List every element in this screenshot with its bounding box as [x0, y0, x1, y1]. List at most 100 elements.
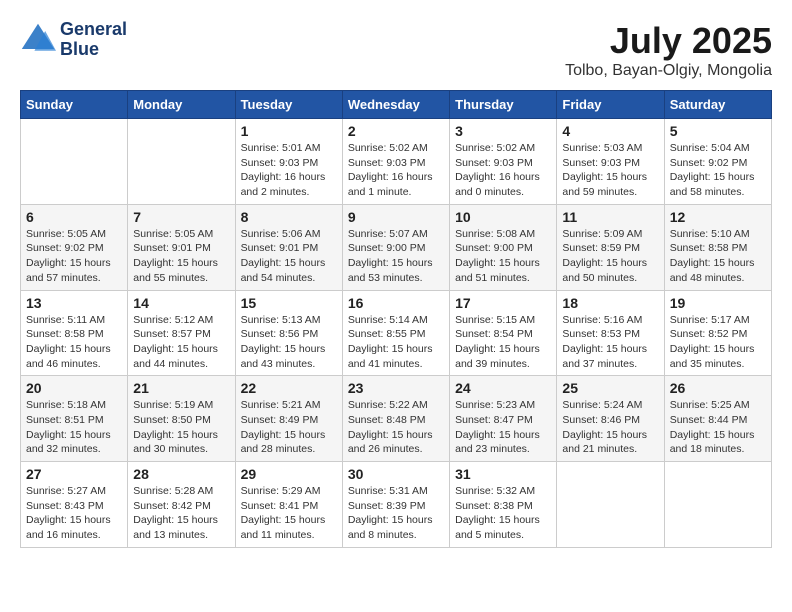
- day-number: 4: [562, 123, 658, 139]
- calendar-cell: 8 Sunrise: 5:06 AM Sunset: 9:01 PM Daylig…: [235, 204, 342, 290]
- day-info: Sunrise: 5:21 AM Sunset: 8:49 PM Dayligh…: [241, 398, 337, 457]
- calendar-cell: 17Sunrise: 5:15 AM Sunset: 8:54 PM Dayli…: [450, 290, 557, 376]
- logo: General Blue: [20, 20, 127, 60]
- calendar-week-row: 27Sunrise: 5:27 AM Sunset: 8:43 PM Dayli…: [21, 462, 772, 548]
- calendar-cell: 9 Sunrise: 5:07 AM Sunset: 9:00 PM Daylig…: [342, 204, 449, 290]
- weekday-header-wednesday: Wednesday: [342, 91, 449, 119]
- calendar-cell: 28 Sunrise: 5:28 AM Sunset: 8:42 PM Dayli…: [128, 462, 235, 548]
- day-info: Sunrise: 5:06 AM Sunset: 9:01 PM Dayligh…: [241, 227, 337, 286]
- weekday-header-friday: Friday: [557, 91, 664, 119]
- day-number: 23: [348, 380, 444, 396]
- day-number: 14: [133, 295, 229, 311]
- calendar-cell: [21, 119, 128, 205]
- day-info: Sunrise: 5:17 AM Sunset: 8:52 PM Dayligh…: [670, 313, 766, 372]
- day-info: Sunrise: 5:10 AM Sunset: 8:58 PM Dayligh…: [670, 227, 766, 286]
- title-area: July 2025 Tolbo, Bayan-Olgiy, Mongolia: [565, 20, 772, 80]
- day-number: 19: [670, 295, 766, 311]
- calendar-cell: 18Sunrise: 5:16 AM Sunset: 8:53 PM Dayli…: [557, 290, 664, 376]
- day-number: 15: [241, 295, 337, 311]
- day-number: 30: [348, 466, 444, 482]
- calendar-week-row: 6 Sunrise: 5:05 AM Sunset: 9:02 PM Daylig…: [21, 204, 772, 290]
- day-info: Sunrise: 5:05 AM Sunset: 9:01 PM Dayligh…: [133, 227, 229, 286]
- day-info: Sunrise: 5:29 AM Sunset: 8:41 PM Dayligh…: [241, 484, 337, 543]
- calendar-cell: [557, 462, 664, 548]
- day-info: Sunrise: 5:13 AM Sunset: 8:56 PM Dayligh…: [241, 313, 337, 372]
- day-info: Sunrise: 5:16 AM Sunset: 8:53 PM Dayligh…: [562, 313, 658, 372]
- calendar-cell: 1Sunrise: 5:01 AM Sunset: 9:03 PM Daylig…: [235, 119, 342, 205]
- day-number: 7: [133, 209, 229, 225]
- calendar-cell: 14 Sunrise: 5:12 AM Sunset: 8:57 PM Dayli…: [128, 290, 235, 376]
- day-number: 21: [133, 380, 229, 396]
- logo-icon: [20, 22, 56, 58]
- calendar-cell: 31Sunrise: 5:32 AM Sunset: 8:38 PM Dayli…: [450, 462, 557, 548]
- calendar-cell: 19 Sunrise: 5:17 AM Sunset: 8:52 PM Dayli…: [664, 290, 771, 376]
- day-number: 6: [26, 209, 122, 225]
- calendar-cell: 2 Sunrise: 5:02 AM Sunset: 9:03 PM Daylig…: [342, 119, 449, 205]
- day-info: Sunrise: 5:28 AM Sunset: 8:42 PM Dayligh…: [133, 484, 229, 543]
- calendar-cell: 5 Sunrise: 5:04 AM Sunset: 9:02 PM Daylig…: [664, 119, 771, 205]
- day-info: Sunrise: 5:25 AM Sunset: 8:44 PM Dayligh…: [670, 398, 766, 457]
- calendar-cell: [128, 119, 235, 205]
- day-number: 11: [562, 209, 658, 225]
- day-number: 8: [241, 209, 337, 225]
- calendar-table: SundayMondayTuesdayWednesdayThursdayFrid…: [20, 90, 772, 548]
- weekday-header-sunday: Sunday: [21, 91, 128, 119]
- day-info: Sunrise: 5:23 AM Sunset: 8:47 PM Dayligh…: [455, 398, 551, 457]
- month-year: July 2025: [565, 20, 772, 62]
- day-info: Sunrise: 5:12 AM Sunset: 8:57 PM Dayligh…: [133, 313, 229, 372]
- calendar-cell: 30Sunrise: 5:31 AM Sunset: 8:39 PM Dayli…: [342, 462, 449, 548]
- calendar-cell: 27Sunrise: 5:27 AM Sunset: 8:43 PM Dayli…: [21, 462, 128, 548]
- day-info: Sunrise: 5:03 AM Sunset: 9:03 PM Dayligh…: [562, 141, 658, 200]
- day-number: 29: [241, 466, 337, 482]
- calendar-cell: 29 Sunrise: 5:29 AM Sunset: 8:41 PM Dayli…: [235, 462, 342, 548]
- day-info: Sunrise: 5:07 AM Sunset: 9:00 PM Dayligh…: [348, 227, 444, 286]
- day-number: 2: [348, 123, 444, 139]
- calendar-cell: 4 Sunrise: 5:03 AM Sunset: 9:03 PM Daylig…: [557, 119, 664, 205]
- calendar-week-row: 13 Sunrise: 5:11 AM Sunset: 8:58 PM Dayli…: [21, 290, 772, 376]
- calendar-cell: 11 Sunrise: 5:09 AM Sunset: 8:59 PM Dayli…: [557, 204, 664, 290]
- calendar-cell: 6 Sunrise: 5:05 AM Sunset: 9:02 PM Daylig…: [21, 204, 128, 290]
- day-info: Sunrise: 5:27 AM Sunset: 8:43 PM Dayligh…: [26, 484, 122, 543]
- day-info: Sunrise: 5:02 AM Sunset: 9:03 PM Dayligh…: [348, 141, 444, 200]
- calendar-cell: 12 Sunrise: 5:10 AM Sunset: 8:58 PM Dayli…: [664, 204, 771, 290]
- day-number: 20: [26, 380, 122, 396]
- day-number: 3: [455, 123, 551, 139]
- day-info: Sunrise: 5:24 AM Sunset: 8:46 PM Dayligh…: [562, 398, 658, 457]
- calendar-cell: 26 Sunrise: 5:25 AM Sunset: 8:44 PM Dayli…: [664, 376, 771, 462]
- day-number: 12: [670, 209, 766, 225]
- day-info: Sunrise: 5:22 AM Sunset: 8:48 PM Dayligh…: [348, 398, 444, 457]
- day-info: Sunrise: 5:05 AM Sunset: 9:02 PM Dayligh…: [26, 227, 122, 286]
- day-number: 13: [26, 295, 122, 311]
- calendar-cell: 7 Sunrise: 5:05 AM Sunset: 9:01 PM Daylig…: [128, 204, 235, 290]
- day-number: 31: [455, 466, 551, 482]
- weekday-header-thursday: Thursday: [450, 91, 557, 119]
- day-info: Sunrise: 5:19 AM Sunset: 8:50 PM Dayligh…: [133, 398, 229, 457]
- day-info: Sunrise: 5:18 AM Sunset: 8:51 PM Dayligh…: [26, 398, 122, 457]
- day-info: Sunrise: 5:08 AM Sunset: 9:00 PM Dayligh…: [455, 227, 551, 286]
- weekday-header-monday: Monday: [128, 91, 235, 119]
- day-number: 5: [670, 123, 766, 139]
- day-number: 26: [670, 380, 766, 396]
- day-number: 28: [133, 466, 229, 482]
- day-info: Sunrise: 5:14 AM Sunset: 8:55 PM Dayligh…: [348, 313, 444, 372]
- day-number: 17: [455, 295, 551, 311]
- day-number: 9: [348, 209, 444, 225]
- weekday-header-tuesday: Tuesday: [235, 91, 342, 119]
- day-number: 10: [455, 209, 551, 225]
- day-number: 1: [241, 123, 337, 139]
- day-number: 22: [241, 380, 337, 396]
- calendar-week-row: 20 Sunrise: 5:18 AM Sunset: 8:51 PM Dayli…: [21, 376, 772, 462]
- calendar-cell: [664, 462, 771, 548]
- weekday-header-row: SundayMondayTuesdayWednesdayThursdayFrid…: [21, 91, 772, 119]
- day-number: 16: [348, 295, 444, 311]
- day-number: 25: [562, 380, 658, 396]
- calendar-cell: 15 Sunrise: 5:13 AM Sunset: 8:56 PM Dayli…: [235, 290, 342, 376]
- day-info: Sunrise: 5:09 AM Sunset: 8:59 PM Dayligh…: [562, 227, 658, 286]
- calendar-cell: 10 Sunrise: 5:08 AM Sunset: 9:00 PM Dayli…: [450, 204, 557, 290]
- calendar-cell: 24Sunrise: 5:23 AM Sunset: 8:47 PM Dayli…: [450, 376, 557, 462]
- day-info: Sunrise: 5:04 AM Sunset: 9:02 PM Dayligh…: [670, 141, 766, 200]
- day-info: Sunrise: 5:11 AM Sunset: 8:58 PM Dayligh…: [26, 313, 122, 372]
- calendar-cell: 22 Sunrise: 5:21 AM Sunset: 8:49 PM Dayli…: [235, 376, 342, 462]
- calendar-cell: 21 Sunrise: 5:19 AM Sunset: 8:50 PM Dayli…: [128, 376, 235, 462]
- location: Tolbo, Bayan-Olgiy, Mongolia: [565, 62, 772, 80]
